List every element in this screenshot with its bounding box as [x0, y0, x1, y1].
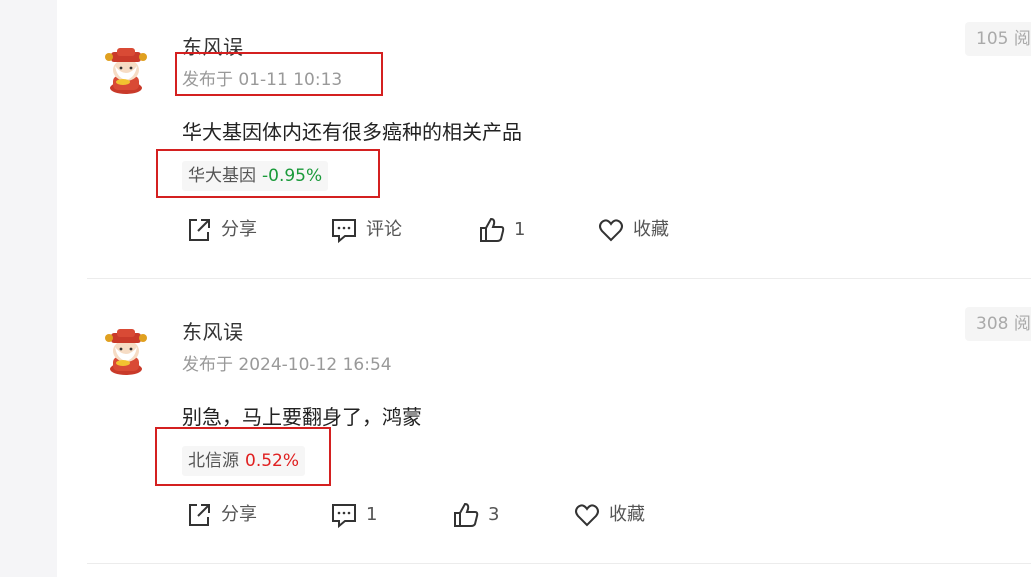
post-card: 东风误 发布于 01-11 10:13 105 阅 华大基因体内还有很多癌种的相… — [87, 0, 1031, 285]
like-button[interactable]: 1 — [478, 216, 525, 244]
like-button[interactable]: 3 — [452, 501, 499, 529]
like-count: 1 — [514, 219, 526, 240]
thumbs-up-icon — [454, 502, 479, 527]
comment-count: 1 — [366, 504, 378, 525]
annotation-box-stock — [156, 149, 380, 198]
annotation-box-stock — [155, 427, 331, 486]
post-divider — [87, 278, 1031, 279]
thumbs-up-icon — [480, 217, 505, 242]
comment-button[interactable]: 评论 — [330, 216, 402, 244]
post-content[interactable]: 别急，马上要翻身了，鸿蒙 — [182, 401, 422, 430]
comment-button[interactable]: 1 — [330, 501, 377, 529]
favorite-label: 收藏 — [609, 504, 645, 525]
avatar-fortune-god-icon[interactable] — [99, 40, 153, 94]
read-count: 308 阅 — [965, 307, 1031, 341]
heart-icon — [599, 219, 623, 242]
comment-label: 评论 — [366, 219, 402, 240]
post-content[interactable]: 华大基因体内还有很多癌种的相关产品 — [182, 116, 522, 145]
annotation-box-time — [175, 52, 383, 96]
favorite-label: 收藏 — [633, 219, 669, 240]
avatar-fortune-god-icon[interactable] — [99, 321, 153, 375]
share-icon — [189, 504, 210, 526]
left-sidebar-strip — [0, 0, 57, 577]
post-time: 发布于 2024-10-12 16:54 — [182, 355, 392, 375]
like-count: 3 — [488, 504, 500, 525]
share-button[interactable]: 分享 — [185, 501, 257, 529]
favorite-button[interactable]: 收藏 — [573, 501, 645, 529]
share-label: 分享 — [221, 504, 257, 525]
share-icon — [189, 219, 210, 241]
share-label: 分享 — [221, 219, 257, 240]
favorite-button[interactable]: 收藏 — [597, 216, 669, 244]
share-button[interactable]: 分享 — [185, 216, 257, 244]
comment-icon — [332, 504, 356, 529]
comment-icon — [332, 219, 356, 244]
read-count: 105 阅 — [965, 22, 1031, 56]
author-name[interactable]: 东风误 — [182, 316, 244, 345]
heart-icon — [575, 504, 599, 527]
post-divider — [87, 563, 1031, 564]
